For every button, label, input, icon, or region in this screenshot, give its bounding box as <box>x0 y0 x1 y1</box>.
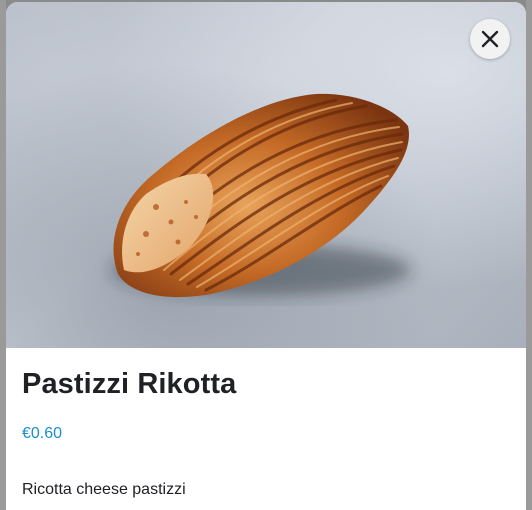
pastry-photo <box>111 93 411 298</box>
background-page-strip-right <box>526 0 532 510</box>
close-button[interactable] <box>470 19 510 59</box>
product-price: €0.60 <box>22 425 63 442</box>
product-modal: Pastizzi Rikotta €0.60 Ricotta cheese pa… <box>6 2 526 510</box>
product-description: Ricotta cheese pastizzi <box>22 481 186 498</box>
product-image <box>6 2 526 348</box>
close-icon <box>481 30 499 48</box>
product-title: Pastizzi Rikotta <box>22 368 237 400</box>
